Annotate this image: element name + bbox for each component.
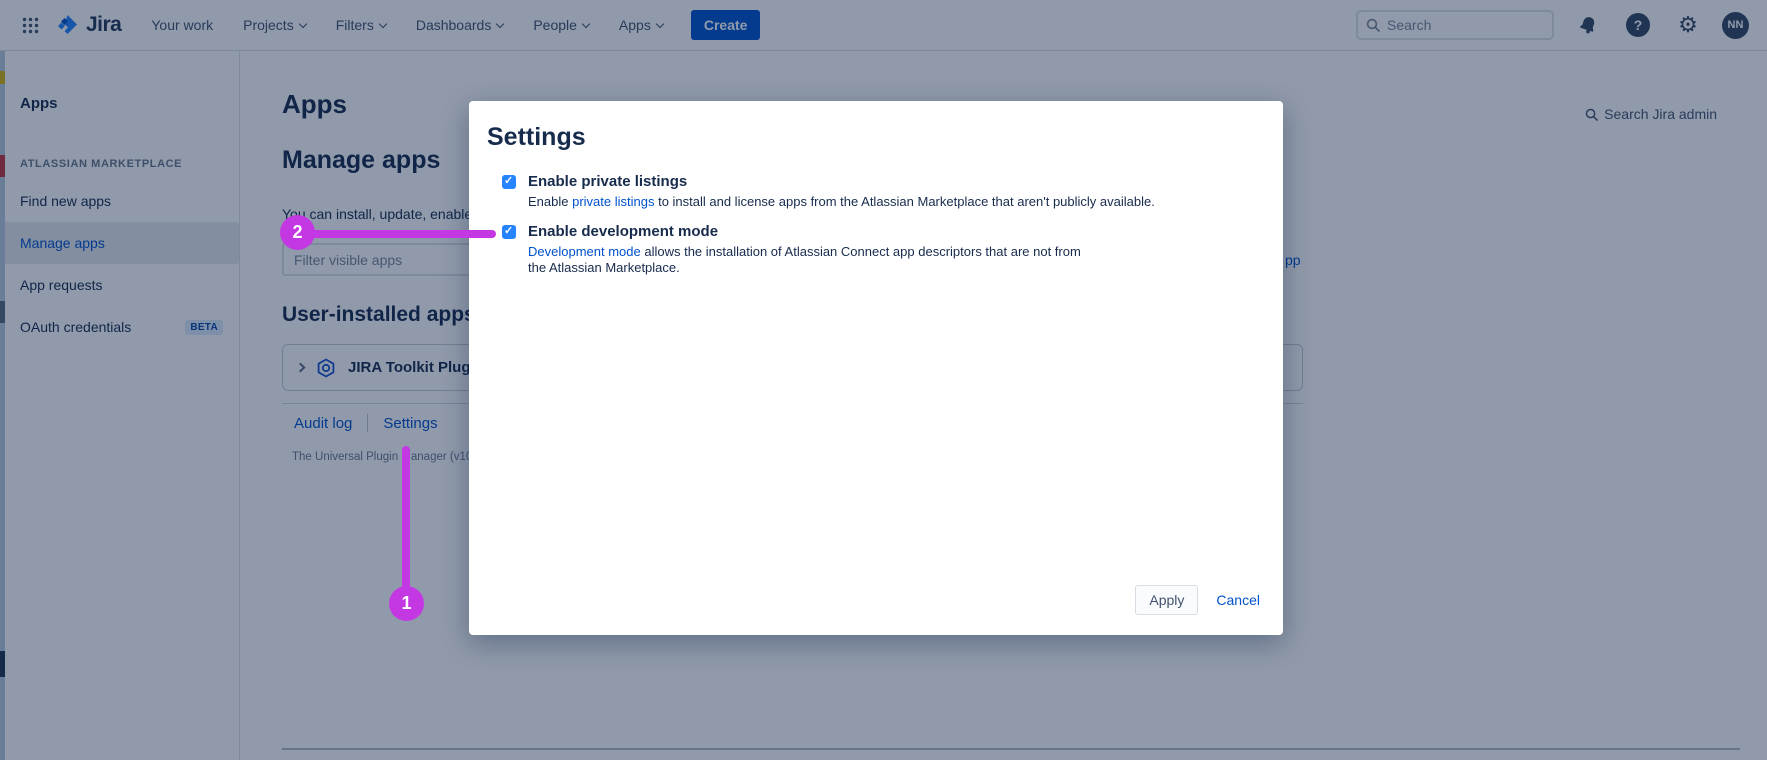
annotation-line-step2 <box>300 230 496 238</box>
apply-button[interactable]: Apply <box>1135 585 1198 615</box>
checkbox-development-mode[interactable] <box>502 225 516 239</box>
option-label: Enable development mode <box>528 223 1088 240</box>
annotation-line-step1 <box>402 446 410 598</box>
annotation-step-2: 2 <box>280 215 315 250</box>
development-mode-link[interactable]: Development mode <box>528 244 641 259</box>
private-listings-link[interactable]: private listings <box>572 194 654 209</box>
annotation-step-1: 1 <box>389 586 424 621</box>
option-private-listings: Enable private listings Enable private l… <box>502 173 1155 210</box>
checkbox-private-listings[interactable] <box>502 175 516 189</box>
option-description: Development mode allows the installation… <box>528 244 1088 277</box>
cancel-link[interactable]: Cancel <box>1216 592 1260 608</box>
settings-modal: Settings Enable private listings Enable … <box>469 101 1283 635</box>
option-description: Enable private listings to install and l… <box>528 194 1155 210</box>
modal-footer: Apply Cancel <box>1135 585 1260 615</box>
modal-title: Settings <box>487 123 586 152</box>
jira-window: Jira Your work Projects Filters Dashboar… <box>0 0 1767 760</box>
option-development-mode: Enable development mode Development mode… <box>502 223 1088 277</box>
option-label: Enable private listings <box>528 173 1155 190</box>
